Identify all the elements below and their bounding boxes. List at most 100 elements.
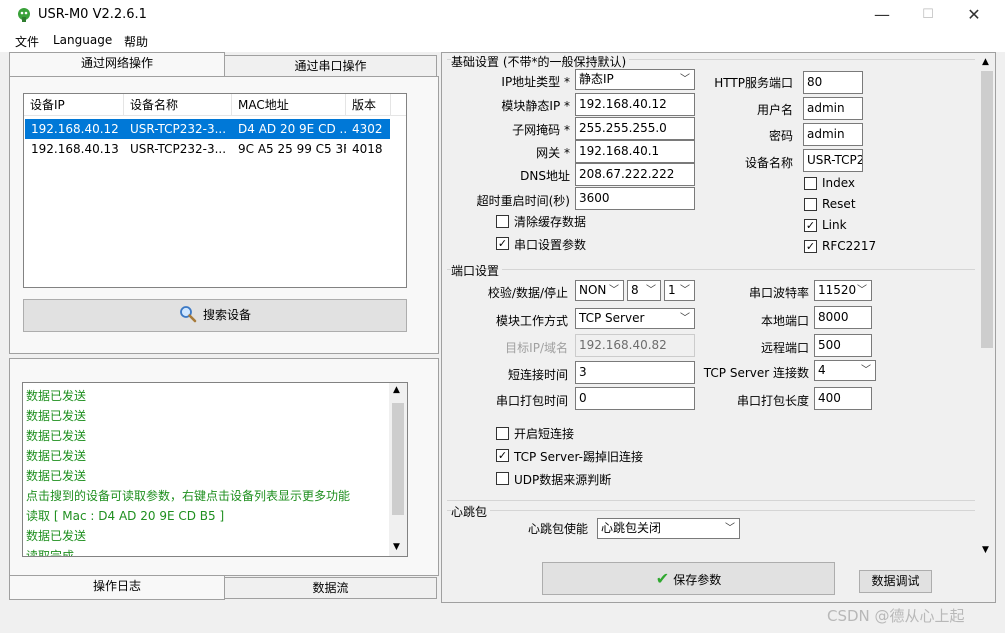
chevron-down-icon: ﹀	[725, 523, 735, 534]
col-header-ip[interactable]: 设备IP	[24, 94, 124, 116]
col-header-name[interactable]: 设备名称	[124, 94, 232, 116]
ip-type-select[interactable]: 静态IP ﹀	[575, 69, 695, 90]
device-list[interactable]: 设备IP 设备名称 MAC地址 版本 192.168.40.12 USR-TCP…	[23, 93, 407, 288]
kick-old-checkbox[interactable]: ✓	[496, 449, 509, 462]
remote-port-input[interactable]: 500	[814, 334, 872, 357]
username-label: 用户名	[756, 103, 793, 117]
index-checkbox[interactable]	[804, 177, 817, 190]
stopbits-select[interactable]: 1 ﹀	[664, 280, 695, 301]
chevron-down-icon: ﹀	[680, 74, 690, 85]
gateway-input[interactable]: 192.168.40.1	[575, 140, 695, 163]
dns-input[interactable]: 208.67.222.222	[575, 163, 695, 186]
parity-select[interactable]: NON ﹀	[575, 280, 624, 301]
scroll-up-icon[interactable]: ▲	[982, 57, 989, 67]
log-panel: 数据已发送 数据已发送 数据已发送 数据已发送 数据已发送 点击搜到的设备可读取…	[9, 358, 439, 576]
local-port-input[interactable]: 8000	[814, 306, 872, 329]
log-scrollbar[interactable]: ▲ ▼	[389, 383, 407, 556]
col-header-mac[interactable]: MAC地址	[232, 94, 346, 116]
scroll-down-icon[interactable]: ▼	[982, 545, 989, 555]
link-label: Link	[822, 218, 847, 232]
table-row[interactable]: 192.168.40.13 USR-TCP232-3... 9C A5 25 9…	[25, 139, 390, 159]
check-icon: ✔	[655, 569, 670, 588]
stopbits-value: 1	[668, 283, 676, 297]
subnet-label: 子网掩码 *	[512, 123, 570, 137]
scroll-up-icon[interactable]: ▲	[393, 385, 400, 395]
tab-serial[interactable]: 通过串口操作	[224, 55, 437, 77]
cell-version: 4018	[352, 142, 383, 156]
settings-scrollbar[interactable]: ▲ ▼	[978, 53, 995, 560]
log-scroll-thumb[interactable]	[392, 403, 404, 515]
tab-stream[interactable]: 数据流	[224, 577, 437, 599]
password-label: 密码	[768, 129, 793, 143]
baud-select[interactable]: 11520 ﹀	[814, 280, 872, 301]
rfc2217-checkbox[interactable]: ✓	[804, 240, 817, 253]
mode-select[interactable]: TCP Server ﹀	[575, 308, 695, 329]
static-ip-input[interactable]: 192.168.40.12	[575, 93, 695, 116]
reset-checkbox[interactable]	[804, 198, 817, 211]
device-name-input[interactable]: USR-TCP2	[803, 149, 863, 172]
target-label: 目标IP/域名	[505, 341, 568, 355]
clear-cache-checkbox[interactable]	[496, 215, 509, 228]
http-port-input[interactable]: 80	[803, 71, 863, 94]
log-line: 数据已发送	[26, 529, 87, 543]
data-debug-button[interactable]: 数据调试	[859, 570, 932, 593]
tcp-conn-select[interactable]: 4 ﹀	[814, 360, 876, 381]
timeout-input[interactable]: 3600	[575, 187, 695, 210]
databits-select[interactable]: 8 ﹀	[627, 280, 661, 301]
link-checkbox[interactable]: ✓	[804, 219, 817, 232]
mode-label: 模块工作方式	[495, 314, 568, 328]
log-line: 数据已发送	[26, 429, 87, 443]
parity-value: NON	[579, 283, 607, 297]
col-header-version[interactable]: 版本	[346, 94, 391, 116]
cell-ip: 192.168.40.13	[31, 142, 119, 156]
gateway-label: 网关 *	[536, 146, 570, 160]
serial-group-line	[447, 269, 975, 270]
tab-log[interactable]: 操作日志	[9, 576, 225, 600]
short-time-input[interactable]: 3	[575, 361, 695, 384]
kick-old-label: TCP Server-踢掉旧连接	[514, 450, 643, 464]
menu-help[interactable]: 帮助	[124, 33, 148, 50]
short-time-label: 短连接时间	[507, 368, 568, 382]
device-name-label: 设备名称	[744, 156, 793, 170]
rfc2217-label: RFC2217	[822, 239, 877, 253]
subnet-input[interactable]: 255.255.255.0	[575, 117, 695, 140]
pack-time-input[interactable]: 0	[575, 387, 695, 410]
heartbeat-enable-label: 心跳包使能	[527, 522, 588, 536]
baud-label: 串口波特率	[748, 286, 809, 300]
pack-len-label: 串口打包长度	[736, 394, 809, 408]
save-params-button[interactable]: ✔ 保存参数	[542, 562, 835, 595]
cell-mac: D4 AD 20 9E CD ...	[238, 122, 346, 136]
username-input[interactable]: admin	[803, 97, 863, 120]
password-input[interactable]: admin	[803, 123, 863, 146]
search-device-button[interactable]: 搜索设备	[23, 299, 407, 332]
menu-language[interactable]: Language	[53, 33, 112, 47]
pack-len-input[interactable]: 400	[814, 387, 872, 410]
scroll-down-icon[interactable]: ▼	[393, 542, 400, 552]
search-device-label: 搜索设备	[202, 308, 251, 322]
maximize-button[interactable]: ☐	[905, 0, 951, 30]
log-textbox[interactable]: 数据已发送 数据已发送 数据已发送 数据已发送 数据已发送 点击搜到的设备可读取…	[22, 382, 408, 557]
settings-panel: 基础设置 (不带*的一般保持默认) IP地址类型 * 静态IP ﹀ 模块静态IP …	[441, 52, 996, 603]
log-line: 读取 [ Mac : D4 AD 20 9E CD B5 ]	[26, 509, 225, 523]
heartbeat-select[interactable]: 心跳包关闭 ﹀	[597, 518, 740, 539]
save-params-label: 保存参数	[673, 573, 722, 587]
udp-check-checkbox[interactable]	[496, 472, 509, 485]
chevron-down-icon: ﹀	[609, 285, 619, 296]
close-button[interactable]: ✕	[951, 0, 997, 30]
log-line: 数据已发送	[26, 449, 87, 463]
serial-params-checkbox[interactable]: ✓	[496, 237, 509, 250]
minimize-button[interactable]: —	[859, 0, 905, 30]
databits-value: 8	[631, 283, 639, 297]
title-bar: USR-M0 V2.2.6.1 — ☐ ✕	[0, 0, 1005, 30]
parity-label: 校验/数据/停止	[487, 286, 568, 300]
target-input[interactable]: 192.168.40.82	[575, 334, 695, 357]
remote-port-label: 远程端口	[760, 341, 809, 355]
cell-ip: 192.168.40.12	[31, 122, 119, 136]
log-line: 数据已发送	[26, 469, 87, 483]
app-icon	[18, 8, 30, 22]
short-conn-checkbox[interactable]	[496, 427, 509, 440]
menu-file[interactable]: 文件	[15, 33, 39, 50]
tab-network[interactable]: 通过网络操作	[9, 52, 225, 77]
table-row[interactable]: 192.168.40.12 USR-TCP232-3... D4 AD 20 9…	[25, 119, 390, 139]
settings-scroll-thumb[interactable]	[981, 71, 993, 348]
